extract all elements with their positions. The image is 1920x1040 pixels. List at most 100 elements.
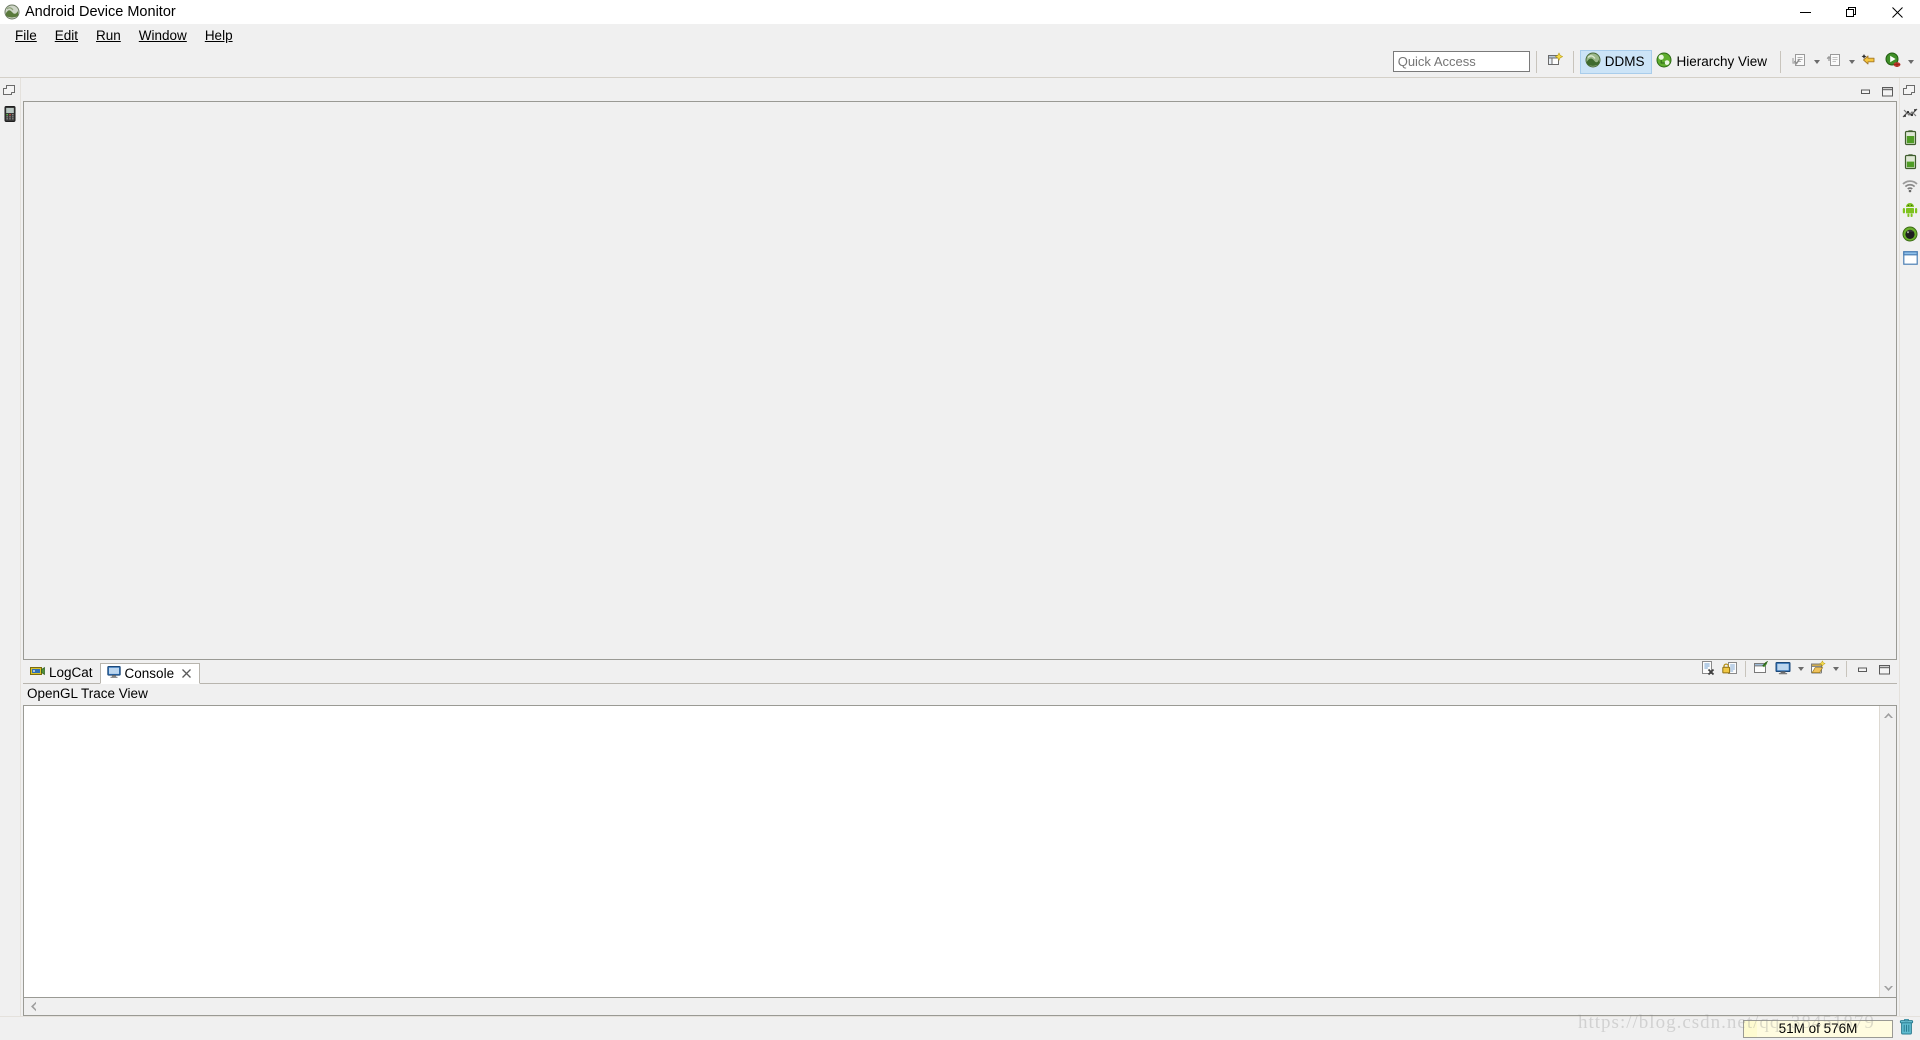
cause-gc-button[interactable] — [1857, 50, 1881, 74]
menu-edit[interactable]: Edit — [46, 26, 87, 45]
debug-process-dropdown[interactable] — [1905, 50, 1916, 74]
chevron-down-icon — [1813, 59, 1820, 64]
window-title: Android Device Monitor — [25, 3, 176, 20]
chevron-down-icon — [1907, 59, 1914, 64]
clear-console-icon — [1700, 660, 1716, 679]
editor-maximize-button[interactable] — [1879, 84, 1895, 100]
sidebar-item-heap[interactable] — [1901, 129, 1919, 148]
window-minimize-button[interactable] — [1782, 0, 1828, 24]
sidebar-item-system-information[interactable] — [1901, 250, 1919, 268]
heap-progress-bar[interactable]: 51M of 576M — [1743, 1019, 1893, 1038]
menu-help[interactable]: Help — [196, 26, 242, 45]
update-heap-dropdown[interactable] — [1846, 50, 1857, 74]
quick-access-input[interactable] — [1392, 51, 1530, 72]
window-close-button[interactable] — [1874, 0, 1920, 24]
menu-bar: File Edit Run Window Help — [0, 24, 1920, 46]
sidebar-item-allocation-tracker[interactable] — [1901, 153, 1919, 173]
hierarchy-view-icon — [1656, 52, 1672, 71]
clear-console-button[interactable] — [1698, 660, 1718, 678]
open-perspective-icon — [1547, 52, 1563, 71]
chevron-down-icon — [1797, 667, 1804, 671]
display-selected-console-dropdown[interactable] — [1795, 657, 1806, 681]
display-selected-console-icon — [1775, 660, 1791, 679]
emulator-control-icon — [1902, 226, 1918, 245]
scroll-lock-button[interactable] — [1720, 660, 1740, 678]
left-fast-view-bar — [0, 78, 21, 1016]
window-restore-button[interactable] — [1828, 0, 1874, 24]
tab-logcat[interactable]: LogCat — [23, 662, 100, 683]
perspective-tab-hierarchy-view[interactable]: Hierarchy View — [1652, 50, 1774, 74]
debug-process-button[interactable] — [1881, 50, 1905, 74]
tab-console-label: Console — [124, 666, 175, 681]
heap-status-text: 51M of 576M — [1778, 1021, 1858, 1036]
menu-edit-label: Edit — [54, 27, 79, 43]
console-title-label: OpenGL Trace View — [23, 684, 1897, 705]
sidebar-item-file-explorer[interactable] — [1901, 202, 1919, 220]
right-fast-view-bar — [1899, 78, 1920, 1016]
open-console-dropdown[interactable] — [1830, 657, 1841, 681]
display-selected-console-button[interactable] — [1773, 660, 1793, 678]
file-explorer-icon — [1902, 202, 1918, 221]
toolbar-separator — [1535, 50, 1537, 73]
scroll-up-arrow-icon[interactable] — [1881, 708, 1896, 723]
heap-status-widget[interactable]: 51M of 576M — [1743, 1018, 1916, 1039]
editor-area-content[interactable] — [23, 101, 1897, 660]
open-console-button[interactable] — [1808, 659, 1828, 678]
system-information-icon — [1902, 250, 1918, 268]
perspective-label-ddms: DDMS — [1604, 54, 1645, 69]
open-perspective-button[interactable] — [1543, 50, 1567, 74]
menu-file-label: File — [15, 27, 37, 43]
devices-icon — [3, 105, 17, 125]
restore-right-trim-button[interactable] — [1901, 82, 1919, 100]
trash-icon — [1899, 1018, 1914, 1038]
pin-console-button[interactable] — [1751, 660, 1771, 678]
scroll-down-arrow-icon[interactable] — [1881, 980, 1896, 995]
perspective-label-hierarchy-view: Hierarchy View — [1676, 54, 1767, 69]
chevron-down-icon — [1848, 59, 1855, 64]
title-bar: Android Device Monitor — [0, 0, 1920, 24]
scroll-lock-icon — [1722, 660, 1738, 679]
scroll-left-arrow-icon[interactable] — [24, 999, 41, 1015]
console-maximize-button[interactable] — [1874, 660, 1894, 678]
console-output[interactable] — [24, 706, 1879, 997]
dump-hprof-icon — [1791, 52, 1807, 71]
menu-file[interactable]: File — [6, 26, 46, 45]
workbench-body: LogCat Console OpenGL Trace View — [0, 78, 1920, 1016]
console-horizontal-scrollbar[interactable] — [23, 998, 1897, 1016]
restore-left-trim-button[interactable] — [1, 82, 19, 100]
android-monitor-icon — [4, 4, 20, 20]
console-vertical-scrollbar[interactable] — [1879, 706, 1896, 997]
menu-window[interactable]: Window — [130, 26, 196, 45]
dump-hprof-dropdown[interactable] — [1811, 50, 1822, 74]
sidebar-item-devices[interactable] — [1, 105, 19, 125]
sidebar-item-threads[interactable] — [1901, 106, 1919, 124]
console-minimize-button[interactable] — [1852, 660, 1872, 678]
editor-part-controls — [1857, 82, 1895, 101]
menu-help-label: Help — [204, 27, 233, 43]
perspective-tab-ddms[interactable]: DDMS — [1579, 49, 1653, 74]
tab-console[interactable]: Console — [99, 663, 201, 684]
toolbar-separator-2 — [1572, 50, 1574, 73]
menu-window-label: Window — [138, 27, 187, 43]
window-controls — [1782, 0, 1920, 24]
update-heap-icon — [1826, 52, 1842, 71]
ddms-icon — [1585, 52, 1601, 71]
tab-logcat-label: LogCat — [49, 665, 93, 680]
console-frame — [23, 705, 1897, 998]
pin-console-icon — [1753, 660, 1769, 679]
run-garbage-collector-button[interactable] — [1896, 1018, 1916, 1039]
update-heap-button[interactable] — [1822, 50, 1846, 74]
dump-hprof-file-button[interactable] — [1787, 50, 1811, 74]
menu-run-label: Run — [96, 27, 121, 43]
status-bar: 51M of 576M — [0, 1016, 1920, 1040]
tab-console-close-icon[interactable] — [180, 667, 193, 680]
sidebar-item-emulator-control[interactable] — [1901, 226, 1919, 244]
sidebar-item-network-statistics[interactable] — [1901, 178, 1919, 196]
allocation-tracker-icon — [1904, 153, 1917, 173]
editor-minimize-button[interactable] — [1857, 84, 1873, 100]
menu-run[interactable]: Run — [87, 26, 130, 45]
editor-area-part — [23, 82, 1897, 660]
bottom-tab-row: LogCat Console — [23, 659, 1897, 684]
chevron-down-icon — [1832, 667, 1839, 671]
console-toolbar-separator — [1745, 661, 1746, 677]
